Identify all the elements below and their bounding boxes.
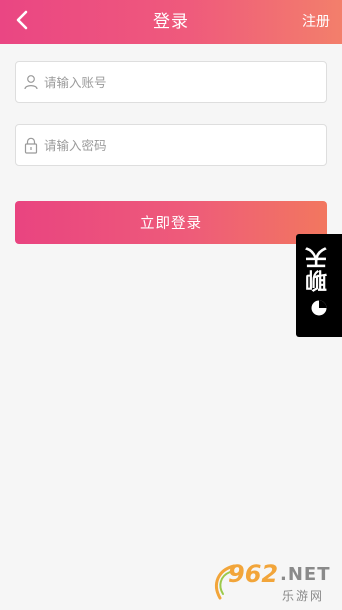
login-screen: 登录 注册 立即登录 聊天 [0, 0, 342, 610]
user-icon [22, 73, 40, 91]
password-input[interactable] [44, 127, 314, 163]
watermark-domain: .NET [280, 564, 331, 585]
header-bar: 登录 注册 [0, 0, 342, 44]
lock-icon [22, 136, 40, 154]
chat-side-tab[interactable]: 聊天 [296, 234, 342, 337]
side-tab-label: 聊天 [306, 246, 331, 292]
account-input[interactable] [44, 64, 314, 100]
password-field[interactable] [15, 124, 327, 166]
watermark-sub: 乐游网 [282, 589, 325, 603]
login-button[interactable]: 立即登录 [15, 201, 327, 244]
account-field[interactable] [15, 61, 327, 103]
site-watermark: 962 .NET 乐游网 [210, 560, 340, 606]
register-link[interactable]: 注册 [302, 0, 330, 44]
watermark-number: 962 [228, 560, 279, 588]
page-title: 登录 [153, 12, 189, 32]
chat-bubble-icon [311, 300, 327, 316]
